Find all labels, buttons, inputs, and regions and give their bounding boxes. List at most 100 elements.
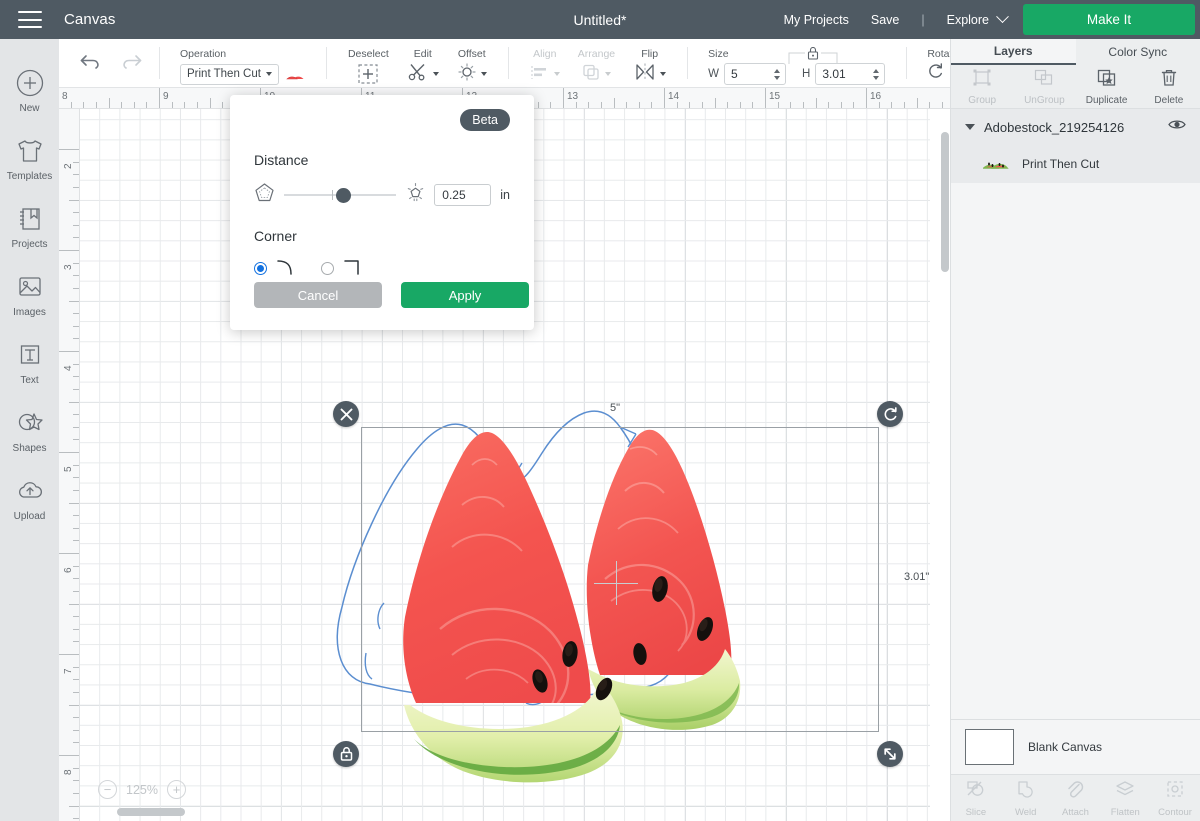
contour-button[interactable]: Contour bbox=[1150, 775, 1200, 821]
offset-menu-button[interactable]: Offset bbox=[448, 41, 496, 85]
ruler-minor-tick bbox=[73, 489, 79, 491]
ruler-label: 15 bbox=[769, 91, 781, 102]
corner-square-radio[interactable] bbox=[321, 262, 334, 275]
distance-unit-label: in bbox=[500, 188, 510, 202]
caret-down-icon[interactable] bbox=[965, 124, 975, 130]
distance-slider-track[interactable] bbox=[284, 187, 397, 203]
undo-icon[interactable] bbox=[79, 51, 103, 76]
ruler-minor-tick bbox=[73, 679, 79, 681]
ruler-minor-tick bbox=[73, 729, 79, 731]
toolbar-divider bbox=[507, 47, 509, 79]
sidebar-item-text[interactable]: Text bbox=[0, 329, 59, 397]
machine-selector[interactable]: Explore bbox=[947, 10, 1009, 27]
zoom-out-button[interactable]: − bbox=[98, 780, 117, 799]
flip-label: Flip bbox=[641, 48, 659, 60]
selection-bounding-box[interactable] bbox=[361, 427, 879, 732]
offset-label: Offset bbox=[457, 48, 486, 60]
save-link[interactable]: Save bbox=[871, 13, 900, 27]
sidebar-item-shapes[interactable]: Shapes bbox=[0, 397, 59, 465]
rotate-selection-handle[interactable] bbox=[877, 401, 903, 427]
ruler-minor-tick bbox=[613, 98, 615, 108]
resize-selection-handle[interactable] bbox=[877, 741, 903, 767]
edit-menu-button[interactable]: Edit bbox=[398, 41, 448, 85]
size-control: Size W 5 H 3.01 bbox=[700, 41, 894, 85]
ruler-label: 16 bbox=[870, 91, 882, 102]
align-menu-button[interactable]: Align bbox=[521, 41, 569, 85]
duplicate-button[interactable]: Duplicate bbox=[1076, 65, 1138, 108]
group-button[interactable]: Group bbox=[951, 65, 1013, 108]
ruler-minor-tick bbox=[790, 102, 792, 108]
ruler-minor-tick bbox=[171, 102, 173, 108]
sidebar-label: Templates bbox=[6, 171, 53, 182]
round-corner-icon[interactable] bbox=[275, 256, 297, 281]
sidebar-item-projects[interactable]: Projects bbox=[0, 193, 59, 261]
sidebar-item-new[interactable]: New bbox=[0, 57, 59, 125]
align-label: Align bbox=[533, 48, 557, 60]
ruler-minor-tick bbox=[73, 275, 79, 277]
vertical-scrollbar-thumb[interactable] bbox=[941, 132, 949, 272]
distance-slider-thumb[interactable] bbox=[336, 187, 351, 203]
ruler-major-tick bbox=[59, 351, 79, 352]
slice-button[interactable]: Slice bbox=[951, 775, 1001, 821]
sidebar-item-upload[interactable]: Upload bbox=[0, 465, 59, 533]
delete-button[interactable]: Delete bbox=[1138, 65, 1200, 108]
sidebar-item-templates[interactable]: Templates bbox=[0, 125, 59, 193]
ruler-minor-tick bbox=[73, 363, 79, 365]
layer-child-row[interactable]: Print Then Cut bbox=[951, 145, 1200, 183]
beta-badge: Beta bbox=[460, 109, 510, 131]
lock-aspect-ratio-icon[interactable] bbox=[783, 46, 843, 70]
tab-layers[interactable]: Layers bbox=[951, 39, 1076, 65]
flip-menu-button[interactable]: Flip bbox=[624, 41, 675, 85]
arrange-menu-button[interactable]: Arrange bbox=[569, 41, 624, 85]
ruler-minor-tick bbox=[73, 717, 79, 719]
ruler-minor-tick bbox=[146, 102, 148, 108]
lock-selection-handle[interactable] bbox=[333, 741, 359, 767]
corner-section-title: Corner bbox=[254, 228, 297, 244]
sidebar-label: Text bbox=[20, 375, 39, 386]
size-label: Size bbox=[708, 48, 729, 60]
ruler-minor-tick bbox=[73, 439, 79, 441]
eye-icon[interactable] bbox=[1168, 118, 1186, 136]
cancel-button[interactable]: Cancel bbox=[254, 282, 382, 308]
layer-group-row[interactable]: Adobestock_219254126 bbox=[951, 109, 1200, 145]
contour-label: Contour bbox=[1158, 806, 1192, 818]
horizontal-scrollbar-thumb[interactable] bbox=[117, 808, 185, 816]
square-corner-icon[interactable] bbox=[342, 256, 364, 281]
canvas-layer-row[interactable]: Blank Canvas bbox=[951, 719, 1200, 774]
ruler-minor-tick bbox=[73, 212, 79, 214]
redo-icon[interactable] bbox=[119, 51, 143, 76]
my-projects-link[interactable]: My Projects bbox=[784, 13, 849, 27]
top-bar-divider: | bbox=[921, 12, 925, 27]
delete-selection-handle[interactable] bbox=[333, 401, 359, 427]
watermelon-swatch-icon[interactable] bbox=[286, 67, 305, 82]
sidebar-label: New bbox=[19, 103, 40, 114]
ungroup-button[interactable]: UnGroup bbox=[1013, 65, 1075, 108]
hamburger-menu-icon[interactable] bbox=[18, 11, 42, 28]
ruler-minor-tick bbox=[73, 691, 79, 693]
corner-round-radio[interactable] bbox=[254, 262, 267, 275]
width-input[interactable]: 5 bbox=[724, 63, 787, 85]
ruler-minor-tick bbox=[69, 805, 79, 807]
ruler-minor-tick bbox=[73, 186, 79, 188]
apply-button[interactable]: Apply bbox=[401, 282, 529, 308]
distance-value: 0.25 bbox=[442, 188, 466, 202]
ruler-minor-tick bbox=[73, 338, 79, 340]
distance-input[interactable]: 0.25 bbox=[434, 184, 492, 206]
flatten-button[interactable]: Flatten bbox=[1100, 775, 1150, 821]
height-stepper[interactable] bbox=[868, 64, 884, 84]
group-label: Group bbox=[968, 94, 997, 106]
operation-select[interactable]: Print Then Cut bbox=[180, 63, 279, 85]
flip-row bbox=[633, 63, 667, 85]
deselect-button[interactable]: Deselect bbox=[339, 41, 398, 85]
attach-button[interactable]: Attach bbox=[1051, 775, 1101, 821]
ruler-minor-tick bbox=[73, 742, 79, 744]
slice-label: Slice bbox=[965, 806, 987, 818]
ruler-label: 13 bbox=[567, 91, 579, 102]
weld-button[interactable]: Weld bbox=[1001, 775, 1051, 821]
make-it-button[interactable]: Make It bbox=[1023, 4, 1195, 35]
tab-color-sync[interactable]: Color Sync bbox=[1076, 39, 1200, 65]
ruler-minor-tick bbox=[840, 102, 842, 108]
left-sidebar: New Templates Projects Images Text Shape… bbox=[0, 39, 59, 821]
zoom-in-button[interactable]: + bbox=[166, 780, 186, 799]
sidebar-item-images[interactable]: Images bbox=[0, 261, 59, 329]
